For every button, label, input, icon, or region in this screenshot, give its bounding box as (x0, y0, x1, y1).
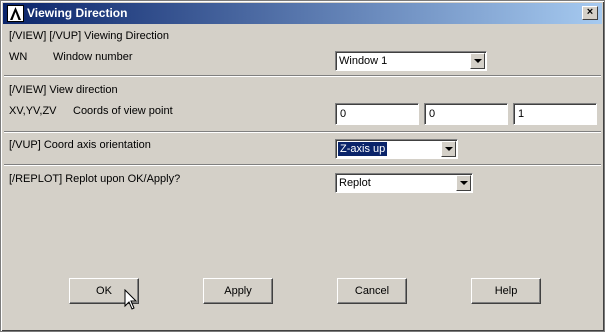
cancel-button[interactable]: Cancel (337, 278, 407, 304)
help-button[interactable]: Help (471, 278, 541, 304)
view-direction-heading: [/VIEW] View direction (9, 84, 118, 96)
viewing-direction-dialog: Viewing Direction × [/VIEW] [/VUP] Viewi… (0, 0, 605, 332)
section-view-vup-heading: [/VIEW] [/VUP] Viewing Direction (9, 30, 169, 42)
coords-view-point-label: Coords of view point (73, 105, 173, 117)
mouse-cursor-icon (124, 289, 138, 310)
coord-axis-orientation-label: [/VUP] Coord axis orientation (9, 139, 151, 151)
window-number-select[interactable]: Window 1 (335, 51, 487, 71)
window-title: Viewing Direction (27, 6, 128, 20)
window-number-value: Window 1 (339, 55, 388, 67)
replot-label: [/REPLOT] Replot upon OK/Apply? (9, 173, 181, 185)
window-number-label: Window number (53, 51, 133, 63)
coord-axis-orientation-value: Z-axis up (336, 141, 389, 157)
zv-input[interactable]: 1 (513, 103, 597, 125)
replot-value: Replot (339, 177, 371, 189)
chevron-down-icon[interactable] (441, 141, 456, 157)
coords-label: XV,YV,ZV (9, 105, 57, 117)
title-bar[interactable]: Viewing Direction × (3, 3, 602, 24)
xv-input[interactable]: 0 (335, 103, 419, 125)
apply-button[interactable]: Apply (203, 278, 273, 304)
yv-input[interactable]: 0 (424, 103, 508, 125)
chevron-down-icon[interactable] (470, 53, 485, 69)
replot-select[interactable]: Replot (335, 173, 473, 193)
close-icon[interactable]: × (582, 6, 598, 20)
chevron-down-icon[interactable] (456, 175, 471, 191)
separator (4, 75, 601, 77)
ansys-logo-icon (7, 5, 24, 22)
wn-label: WN (9, 51, 28, 63)
separator (4, 164, 601, 166)
separator (4, 131, 601, 133)
coord-axis-orientation-select[interactable]: Z-axis up (335, 139, 458, 159)
